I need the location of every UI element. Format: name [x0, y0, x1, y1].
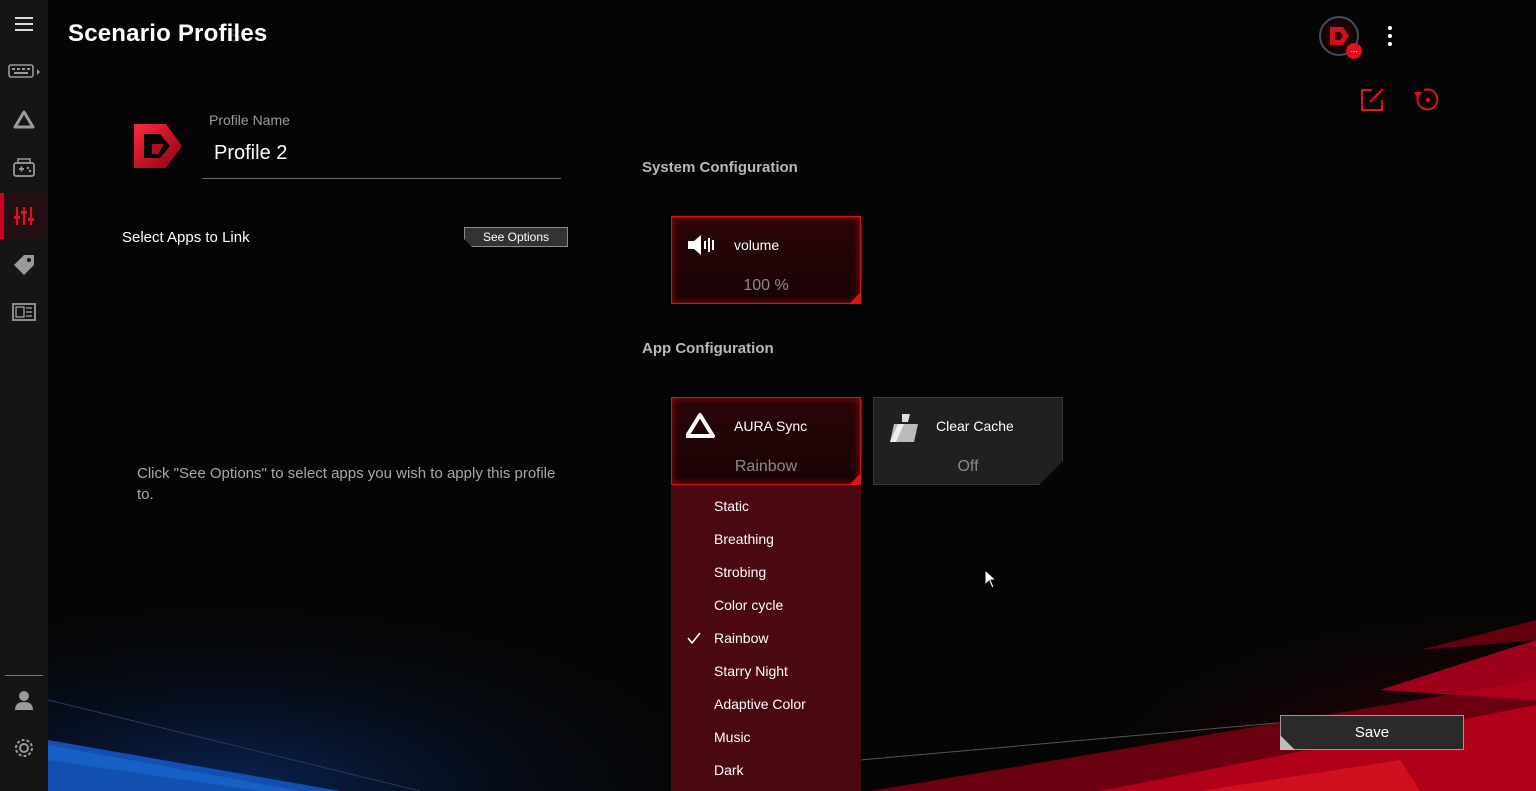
card-corner-marker [850, 293, 860, 303]
scenario-profiles-icon[interactable] [0, 196, 48, 236]
profile-name-label: Profile Name [209, 112, 290, 128]
page-title: Scenario Profiles [68, 20, 268, 47]
user-icon[interactable] [0, 680, 48, 720]
volume-card-value: 100 % [743, 277, 789, 294]
dropdown-option-static[interactable]: Static [671, 490, 861, 523]
clear-cache-card[interactable]: Clear Cache Off [873, 397, 1063, 485]
card-corner-marker [850, 474, 860, 484]
dropdown-option-starry-night[interactable]: Starry Night [671, 655, 861, 688]
deals-icon[interactable] [0, 244, 48, 284]
see-options-button[interactable]: See Options [464, 227, 568, 247]
dropdown-option-music[interactable]: Music [671, 721, 861, 754]
profile-name-input[interactable]: Profile 2 [214, 142, 287, 165]
select-apps-label: Select Apps to Link [122, 229, 250, 246]
volume-card[interactable]: volume 100 % [671, 216, 861, 304]
dropdown-option-label: Music [714, 729, 751, 745]
dropdown-option-label: Starry Night [714, 663, 788, 679]
select-apps-hint: Click "See Options" to select apps you w… [137, 465, 556, 503]
dropdown-option-dark[interactable]: Dark [671, 754, 861, 787]
aura-icon[interactable] [0, 100, 48, 140]
profile-name-underline [202, 178, 561, 179]
dropdown-option-color-cycle[interactable]: Color cycle [671, 589, 861, 622]
sidebar-divider [5, 675, 43, 676]
dropdown-option-label: Static [714, 498, 750, 514]
aura-icon [685, 412, 718, 440]
speaker-icon [686, 231, 718, 259]
save-button[interactable]: Save [1280, 715, 1464, 750]
dropdown-option-label: Breathing [714, 531, 774, 547]
edit-icon[interactable] [1358, 86, 1386, 114]
mouse-cursor-icon [984, 568, 998, 594]
dropdown-option-label: Dark [714, 762, 744, 778]
dropdown-option-label: Strobing [714, 564, 767, 580]
menu-icon[interactable] [0, 4, 48, 44]
dropdown-option-rainbow[interactable]: Rainbow [671, 622, 861, 655]
aura-effect-dropdown: Static Breathing Strobing Color cycle Ra… [671, 486, 861, 791]
save-button-notch [1280, 735, 1295, 750]
avatar-badge: ... [1346, 43, 1362, 59]
dropdown-option-adaptive-color[interactable]: Adaptive Color [671, 688, 861, 721]
clear-cache-card-title: Clear Cache [936, 418, 1014, 434]
volume-card-title: volume [734, 237, 780, 253]
dropdown-option-label: Color cycle [714, 597, 784, 613]
aura-sync-card-title: AURA Sync [734, 418, 808, 434]
sidebar [0, 0, 48, 791]
news-icon[interactable] [0, 292, 48, 332]
aura-sync-card[interactable]: AURA Sync Rainbow [671, 397, 861, 485]
dropdown-option-strobing[interactable]: Strobing [671, 556, 861, 589]
profile-logo-icon [130, 118, 186, 174]
game-library-icon[interactable] [0, 148, 48, 188]
checkmark-icon [686, 630, 702, 646]
dropdown-option-label: Adaptive Color [714, 696, 806, 712]
broom-icon [888, 412, 920, 440]
clear-cache-card-value: Off [957, 458, 979, 475]
settings-icon[interactable] [0, 728, 48, 768]
more-options-icon[interactable] [1380, 24, 1400, 48]
system-configuration-title: System Configuration [642, 159, 798, 176]
dropdown-option-label: Rainbow [714, 630, 769, 646]
keyboard-icon[interactable] [0, 52, 48, 92]
app-configuration-title: App Configuration [642, 340, 774, 357]
aura-sync-card-value: Rainbow [734, 458, 798, 475]
reset-icon[interactable] [1412, 86, 1440, 114]
dropdown-option-breathing[interactable]: Breathing [671, 523, 861, 556]
